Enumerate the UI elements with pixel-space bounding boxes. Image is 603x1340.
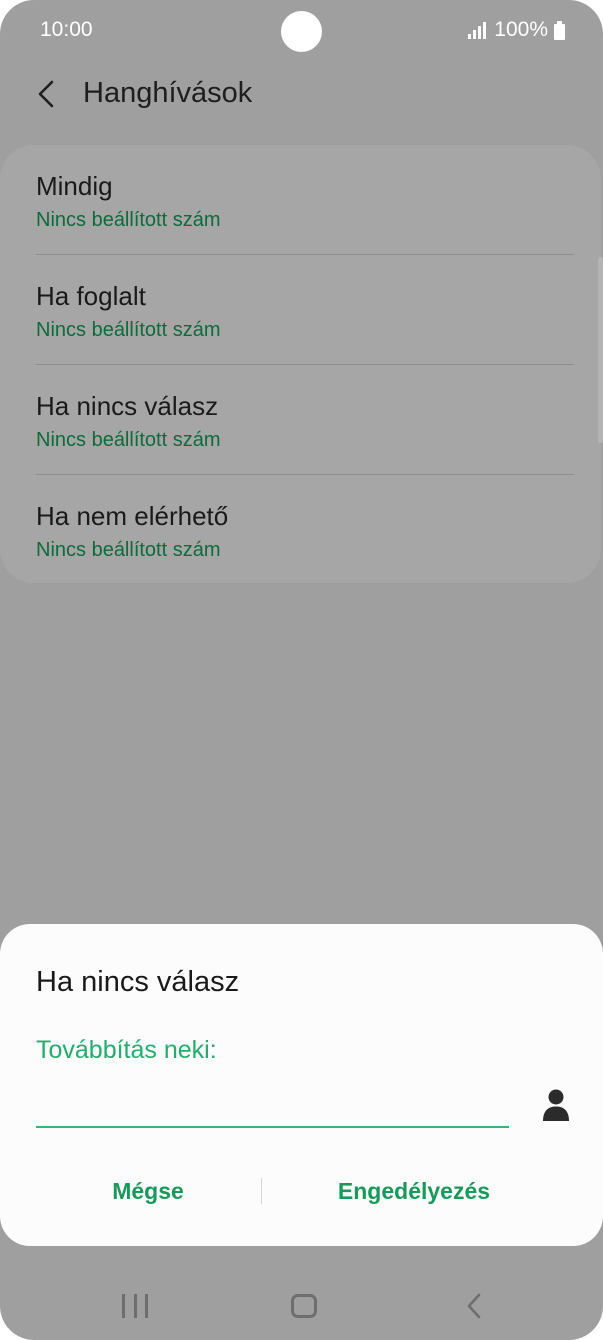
option-subtitle: Nincs beállított szám [36, 209, 221, 231]
option-if-busy[interactable]: Ha foglalt Nincs beállított szám [36, 255, 574, 365]
enable-button[interactable]: Engedélyezés [300, 1169, 528, 1213]
option-title: Ha nem elérhető [36, 501, 229, 531]
option-title: Ha foglalt [36, 281, 146, 311]
status-bar: 10:00 100% [0, 0, 603, 62]
option-subtitle: Nincs beállított szám [36, 429, 221, 451]
option-if-unreachable[interactable]: Ha nem elérhető Nincs beállított szám [36, 475, 574, 585]
status-time: 10:00 [40, 18, 93, 41]
option-always[interactable]: Mindig Nincs beállított szám [36, 145, 574, 255]
status-indicators: 100% [468, 18, 565, 42]
person-icon[interactable] [541, 1088, 571, 1122]
front-camera [281, 11, 322, 52]
navigation-bar [0, 1270, 603, 1340]
option-subtitle: Nincs beállított szám [36, 539, 221, 561]
forward-number-input[interactable] [36, 1086, 509, 1128]
option-subtitle: Nincs beállított szám [36, 319, 221, 341]
option-title: Ha nincs válasz [36, 391, 219, 421]
screen: 10:00 100% Hanghívások Mindig Nincs beál… [0, 0, 603, 1340]
scrollbar[interactable] [598, 257, 603, 443]
back-icon[interactable] [462, 1292, 486, 1320]
dialog-title: Ha nincs válasz [36, 966, 240, 998]
dialog-actions: Mégse Engedélyezés [0, 1169, 603, 1213]
home-icon[interactable] [291, 1294, 317, 1318]
recent-apps-icon[interactable] [122, 1294, 148, 1318]
chevron-left-icon[interactable] [30, 76, 66, 112]
signal-icon [468, 21, 487, 39]
cancel-button[interactable]: Mégse [48, 1169, 248, 1213]
battery-percentage: 100% [494, 18, 548, 41]
option-title: Mindig [36, 171, 113, 201]
app-bar: Hanghívások [0, 62, 603, 128]
forward-to-label: Továbbítás neki: [36, 1036, 217, 1064]
divider [261, 1178, 262, 1204]
forwarding-dialog: Ha nincs válasz Továbbítás neki: Mégse E… [0, 924, 603, 1246]
page-title: Hanghívások [83, 77, 253, 109]
option-if-no-answer[interactable]: Ha nincs válasz Nincs beállított szám [36, 365, 574, 475]
call-forwarding-options: Mindig Nincs beállított szám Ha foglalt … [0, 145, 601, 583]
battery-icon [554, 20, 565, 40]
